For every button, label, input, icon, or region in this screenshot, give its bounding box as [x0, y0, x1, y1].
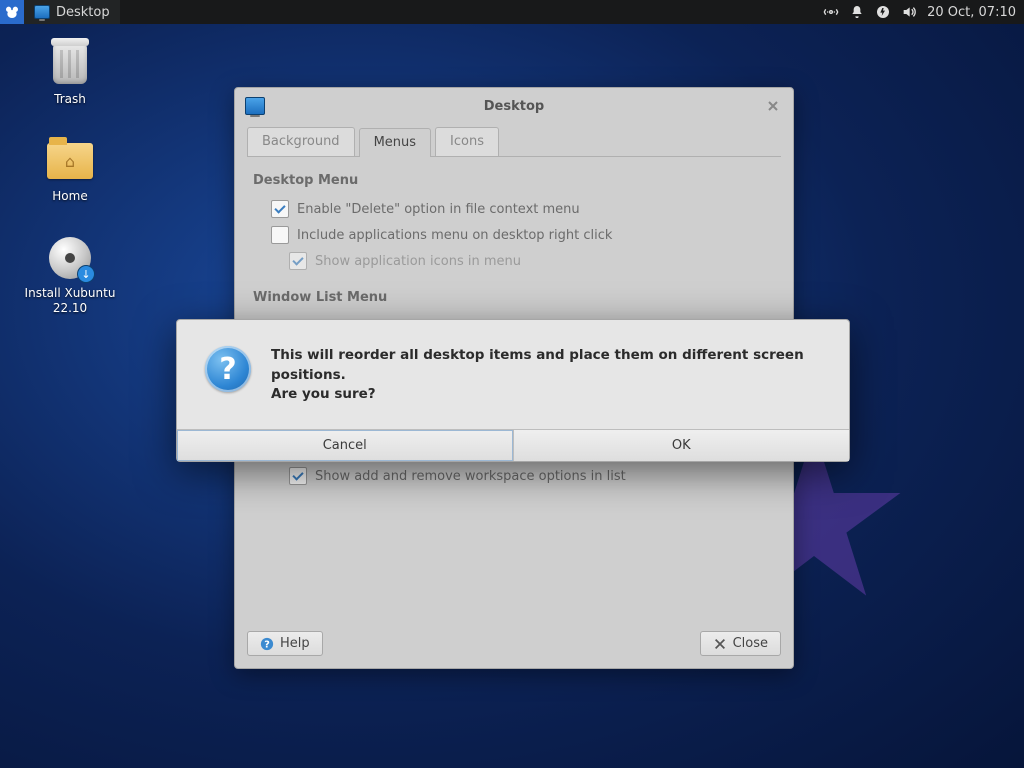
- desktop-icon-label: Home: [52, 189, 87, 204]
- checkbox-checked-icon: [271, 200, 289, 218]
- window-button-row: ? Help Close: [235, 621, 793, 668]
- button-label: Cancel: [323, 438, 367, 453]
- desktop-icon-grid: Trash ⌂ Home ↓ Install Xubuntu 22.10: [0, 40, 140, 316]
- tab-menus[interactable]: Menus: [359, 128, 431, 157]
- window-title: Desktop: [235, 99, 793, 114]
- disc-icon: ↓: [49, 237, 91, 279]
- download-badge-icon: ↓: [78, 266, 94, 282]
- ok-button[interactable]: OK: [514, 430, 850, 461]
- power-icon[interactable]: [875, 4, 891, 20]
- top-panel: Desktop 20 Oct, 07:10: [0, 0, 1024, 24]
- taskbar-item-label: Desktop: [56, 5, 110, 20]
- option-include-apps-menu[interactable]: Include applications menu on desktop rig…: [253, 222, 775, 248]
- tab-strip: Background Menus Icons: [235, 124, 793, 156]
- dialog-button-row: Cancel OK: [177, 429, 849, 461]
- close-icon: [713, 637, 727, 651]
- section-desktop-menu: Desktop Menu: [253, 173, 775, 188]
- tab-background[interactable]: Background: [247, 127, 355, 156]
- volume-icon[interactable]: [901, 4, 917, 20]
- desktop-icon-label: Install Xubuntu 22.10: [10, 286, 130, 316]
- button-label: Help: [280, 636, 310, 651]
- checkbox-unchecked-icon: [271, 226, 289, 244]
- help-icon: ?: [260, 637, 274, 651]
- button-label: OK: [672, 438, 691, 453]
- close-icon: [767, 100, 779, 112]
- checkbox-checked-icon: [289, 467, 307, 485]
- option-label: Show application icons in menu: [315, 254, 521, 269]
- close-button[interactable]: Close: [700, 631, 781, 656]
- cancel-button[interactable]: Cancel: [177, 430, 514, 461]
- monitor-icon: [34, 5, 50, 19]
- desktop-icon-label: Trash: [54, 92, 86, 107]
- help-button[interactable]: ? Help: [247, 631, 323, 656]
- panel-clock[interactable]: 20 Oct, 07:10: [927, 5, 1016, 20]
- taskbar-item-desktop[interactable]: Desktop: [24, 0, 120, 24]
- folder-home-icon: ⌂: [47, 143, 93, 179]
- whisker-menu-button[interactable]: [0, 0, 24, 24]
- confirm-reorder-dialog: ? This will reorder all desktop items an…: [176, 319, 850, 462]
- notifications-icon[interactable]: [849, 4, 865, 20]
- checkbox-checked-icon: [289, 252, 307, 270]
- option-show-add-remove-workspace[interactable]: Show add and remove workspace options in…: [253, 463, 775, 489]
- desktop-icon-installer[interactable]: ↓ Install Xubuntu 22.10: [10, 234, 130, 316]
- section-window-list-menu: Window List Menu: [253, 290, 775, 305]
- option-label: Enable "Delete" option in file context m…: [297, 202, 580, 217]
- tab-icons[interactable]: Icons: [435, 127, 499, 156]
- desktop-icon-home[interactable]: ⌂ Home: [10, 137, 130, 204]
- svg-text:?: ?: [264, 639, 270, 650]
- trash-icon: [53, 44, 87, 84]
- window-close-button[interactable]: [763, 96, 783, 116]
- monitor-icon: [245, 97, 265, 115]
- question-icon: ?: [205, 346, 251, 392]
- option-show-app-icons: Show application icons in menu: [253, 248, 775, 274]
- button-label: Close: [733, 636, 768, 651]
- xfce-mouse-icon: [4, 4, 20, 20]
- network-icon[interactable]: [823, 4, 839, 20]
- option-label: Show add and remove workspace options in…: [315, 469, 626, 484]
- window-titlebar[interactable]: Desktop: [235, 88, 793, 124]
- option-enable-delete[interactable]: Enable "Delete" option in file context m…: [253, 196, 775, 222]
- desktop-icon-trash[interactable]: Trash: [10, 40, 130, 107]
- option-label: Include applications menu on desktop rig…: [297, 228, 612, 243]
- dialog-message: This will reorder all desktop items and …: [271, 346, 821, 405]
